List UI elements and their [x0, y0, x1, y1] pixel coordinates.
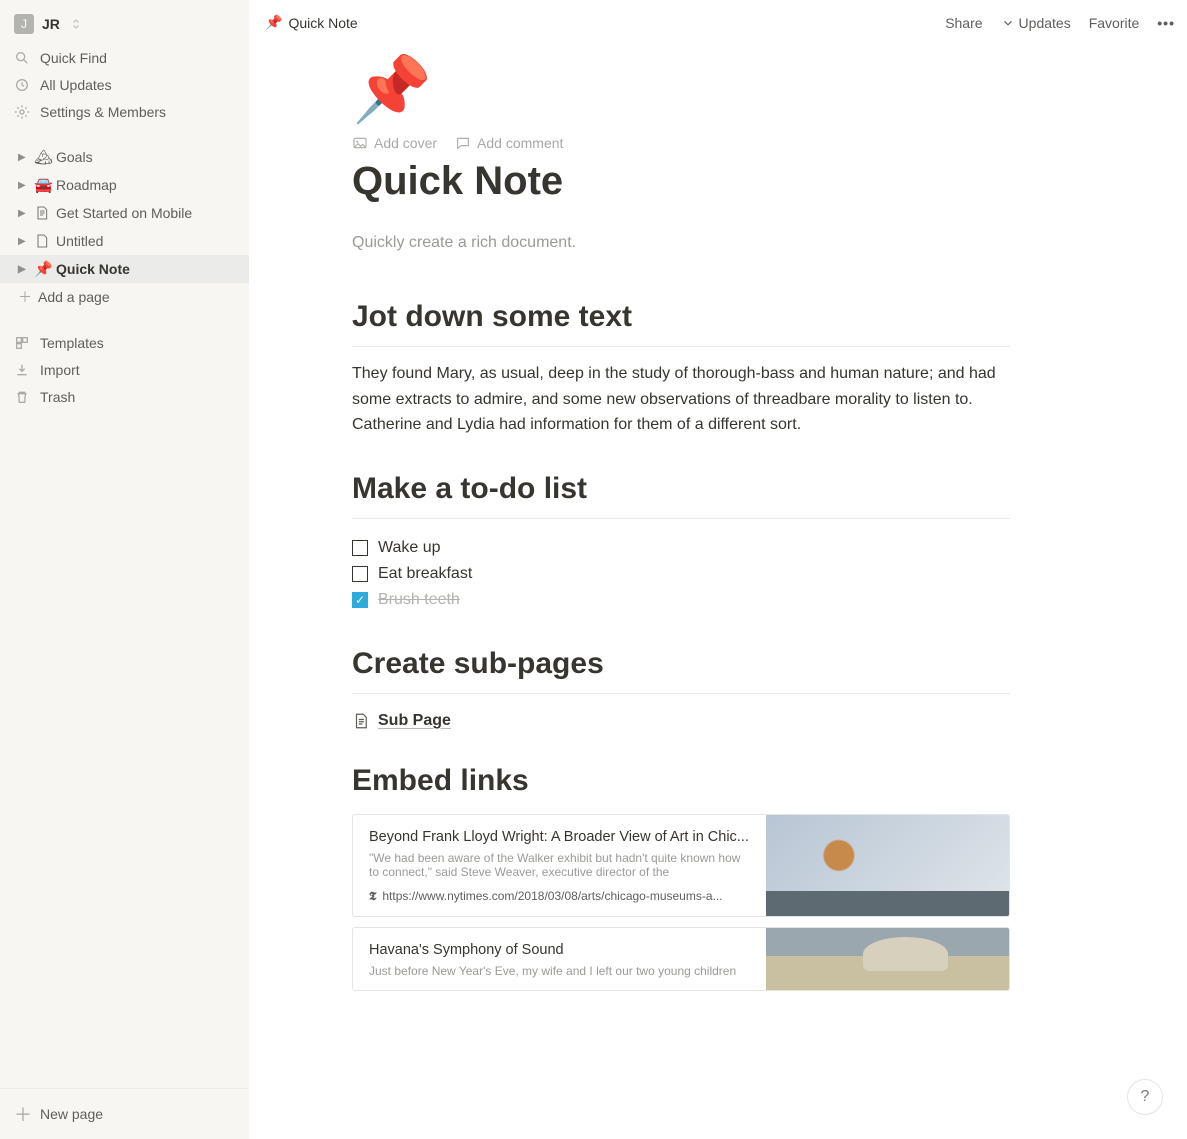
- settings-members[interactable]: Settings & Members: [0, 98, 249, 125]
- add-cover-label: Add cover: [374, 135, 437, 151]
- share-button[interactable]: Share: [945, 15, 982, 31]
- updates-button[interactable]: Updates: [1001, 15, 1071, 31]
- trash-icon: [14, 389, 30, 405]
- heading-subpages[interactable]: Create sub-pages: [352, 613, 1010, 687]
- bookmark-desc: "We had been aware of the Walker exhibit…: [369, 845, 750, 879]
- sidebar-page-roadmap[interactable]: ▶ 🚘 Roadmap: [0, 171, 249, 199]
- todo-item[interactable]: ✓ Brush teeth: [352, 587, 1010, 613]
- all-updates-label: All Updates: [40, 77, 112, 93]
- todo-item[interactable]: Wake up: [352, 535, 1010, 561]
- page-label: Quick Note: [56, 261, 130, 277]
- page-title[interactable]: Quick Note: [352, 157, 1010, 218]
- sidebar-page-goals[interactable]: ▶ 🏔 Goals: [0, 143, 249, 171]
- workspace-switcher[interactable]: J JR: [0, 0, 249, 44]
- sidebar-page-untitled[interactable]: ▶ Untitled: [0, 227, 249, 255]
- templates-icon: [14, 335, 30, 351]
- breadcrumb-icon: 📌: [265, 14, 282, 31]
- breadcrumb-title: Quick Note: [288, 15, 357, 31]
- new-page-label: New page: [40, 1106, 103, 1122]
- trash-label: Trash: [40, 389, 75, 405]
- add-a-page[interactable]: ＋ Add a page: [0, 283, 249, 311]
- sidebar-page-get-started[interactable]: ▶ Get Started on Mobile: [0, 199, 249, 227]
- bookmark-url: https://www.nytimes.com/2018/03/08/arts/…: [382, 889, 722, 903]
- more-menu-icon[interactable]: •••: [1157, 15, 1175, 31]
- add-comment-label: Add comment: [477, 135, 563, 151]
- favicon-icon: 𝕿: [369, 889, 376, 904]
- chevron-down-icon: [1001, 16, 1015, 30]
- quick-find[interactable]: Quick Find: [0, 44, 249, 71]
- breadcrumb[interactable]: 📌 Quick Note: [265, 14, 358, 31]
- templates-label: Templates: [40, 335, 104, 351]
- new-page-button[interactable]: ＋ New page: [0, 1097, 249, 1131]
- page-icon[interactable]: 📌: [352, 53, 1010, 121]
- page-doc-icon: [34, 233, 52, 249]
- search-icon: [14, 50, 30, 66]
- bookmark-card[interactable]: Beyond Frank Lloyd Wright: A Broader Vie…: [352, 814, 1010, 917]
- page-doc-icon: [34, 205, 52, 221]
- caret-icon[interactable]: ▶: [18, 236, 30, 247]
- caret-icon[interactable]: ▶: [18, 264, 30, 275]
- divider: [352, 693, 1010, 694]
- divider: [352, 518, 1010, 519]
- todo-label: Eat breakfast: [378, 565, 472, 583]
- download-icon: [14, 362, 30, 378]
- sidebar: J JR Quick Find All Updates Settings & M…: [0, 0, 249, 1139]
- page-label: Untitled: [56, 233, 103, 249]
- all-updates[interactable]: All Updates: [0, 71, 249, 98]
- settings-label: Settings & Members: [40, 104, 166, 120]
- trash[interactable]: Trash: [0, 383, 249, 410]
- heading-embed[interactable]: Embed links: [352, 730, 1010, 804]
- comment-icon: [455, 135, 471, 151]
- bookmark-title: Beyond Frank Lloyd Wright: A Broader Vie…: [369, 829, 750, 845]
- page-label: Roadmap: [56, 177, 117, 193]
- caret-icon[interactable]: ▶: [18, 208, 30, 219]
- todo-label: Wake up: [378, 539, 441, 557]
- heading-todo[interactable]: Make a to-do list: [352, 438, 1010, 512]
- import[interactable]: Import: [0, 356, 249, 383]
- divider: [352, 346, 1010, 347]
- bookmark-desc: Just before New Year's Eve, my wife and …: [369, 958, 750, 978]
- import-label: Import: [40, 362, 80, 378]
- subpage-name: Sub Page: [378, 712, 451, 730]
- body-paragraph[interactable]: They found Mary, as usual, deep in the s…: [352, 361, 1010, 438]
- checkbox-checked-icon[interactable]: ✓: [352, 592, 368, 608]
- workspace-name: JR: [42, 16, 60, 32]
- favorite-button[interactable]: Favorite: [1089, 15, 1140, 31]
- caret-icon[interactable]: ▶: [18, 180, 30, 191]
- checkbox-icon[interactable]: [352, 566, 368, 582]
- add-cover-button[interactable]: Add cover: [352, 135, 437, 151]
- checkbox-icon[interactable]: [352, 540, 368, 556]
- bookmark-thumbnail: [766, 815, 1009, 916]
- page-emoji: 📌: [34, 260, 52, 278]
- page-doc-icon: [352, 712, 370, 730]
- updates-label: Updates: [1019, 15, 1071, 31]
- help-button[interactable]: ?: [1127, 1079, 1163, 1115]
- todo-item[interactable]: Eat breakfast: [352, 561, 1010, 587]
- page-label: Get Started on Mobile: [56, 205, 192, 221]
- todo-label: Brush teeth: [378, 591, 460, 609]
- sidebar-page-quick-note[interactable]: ▶ 📌 Quick Note: [0, 255, 249, 283]
- plus-icon: ＋: [14, 1101, 30, 1127]
- add-comment-button[interactable]: Add comment: [455, 135, 563, 151]
- page-label: Goals: [56, 149, 93, 165]
- bookmark-thumbnail: [766, 928, 1009, 990]
- templates[interactable]: Templates: [0, 329, 249, 356]
- bookmark-card[interactable]: Havana's Symphony of Sound Just before N…: [352, 927, 1010, 991]
- clock-icon: [14, 77, 30, 93]
- page-subtitle[interactable]: Quickly create a rich document.: [352, 218, 1010, 282]
- subpage-link[interactable]: Sub Page: [352, 708, 1010, 730]
- topbar: 📌 Quick Note Share Updates Favorite •••: [249, 0, 1187, 45]
- page-emoji: 🚘: [34, 176, 52, 194]
- bookmark-title: Havana's Symphony of Sound: [369, 942, 750, 958]
- heading-jot[interactable]: Jot down some text: [352, 282, 1010, 340]
- caret-icon[interactable]: ▶: [18, 152, 30, 163]
- plus-icon: ＋: [18, 287, 30, 307]
- avatar: J: [14, 14, 34, 34]
- image-icon: [352, 135, 368, 151]
- add-page-label: Add a page: [38, 289, 110, 305]
- gear-icon: [14, 104, 30, 120]
- quick-find-label: Quick Find: [40, 50, 107, 66]
- page-emoji: 🏔: [34, 148, 52, 166]
- unfold-icon: [68, 18, 84, 30]
